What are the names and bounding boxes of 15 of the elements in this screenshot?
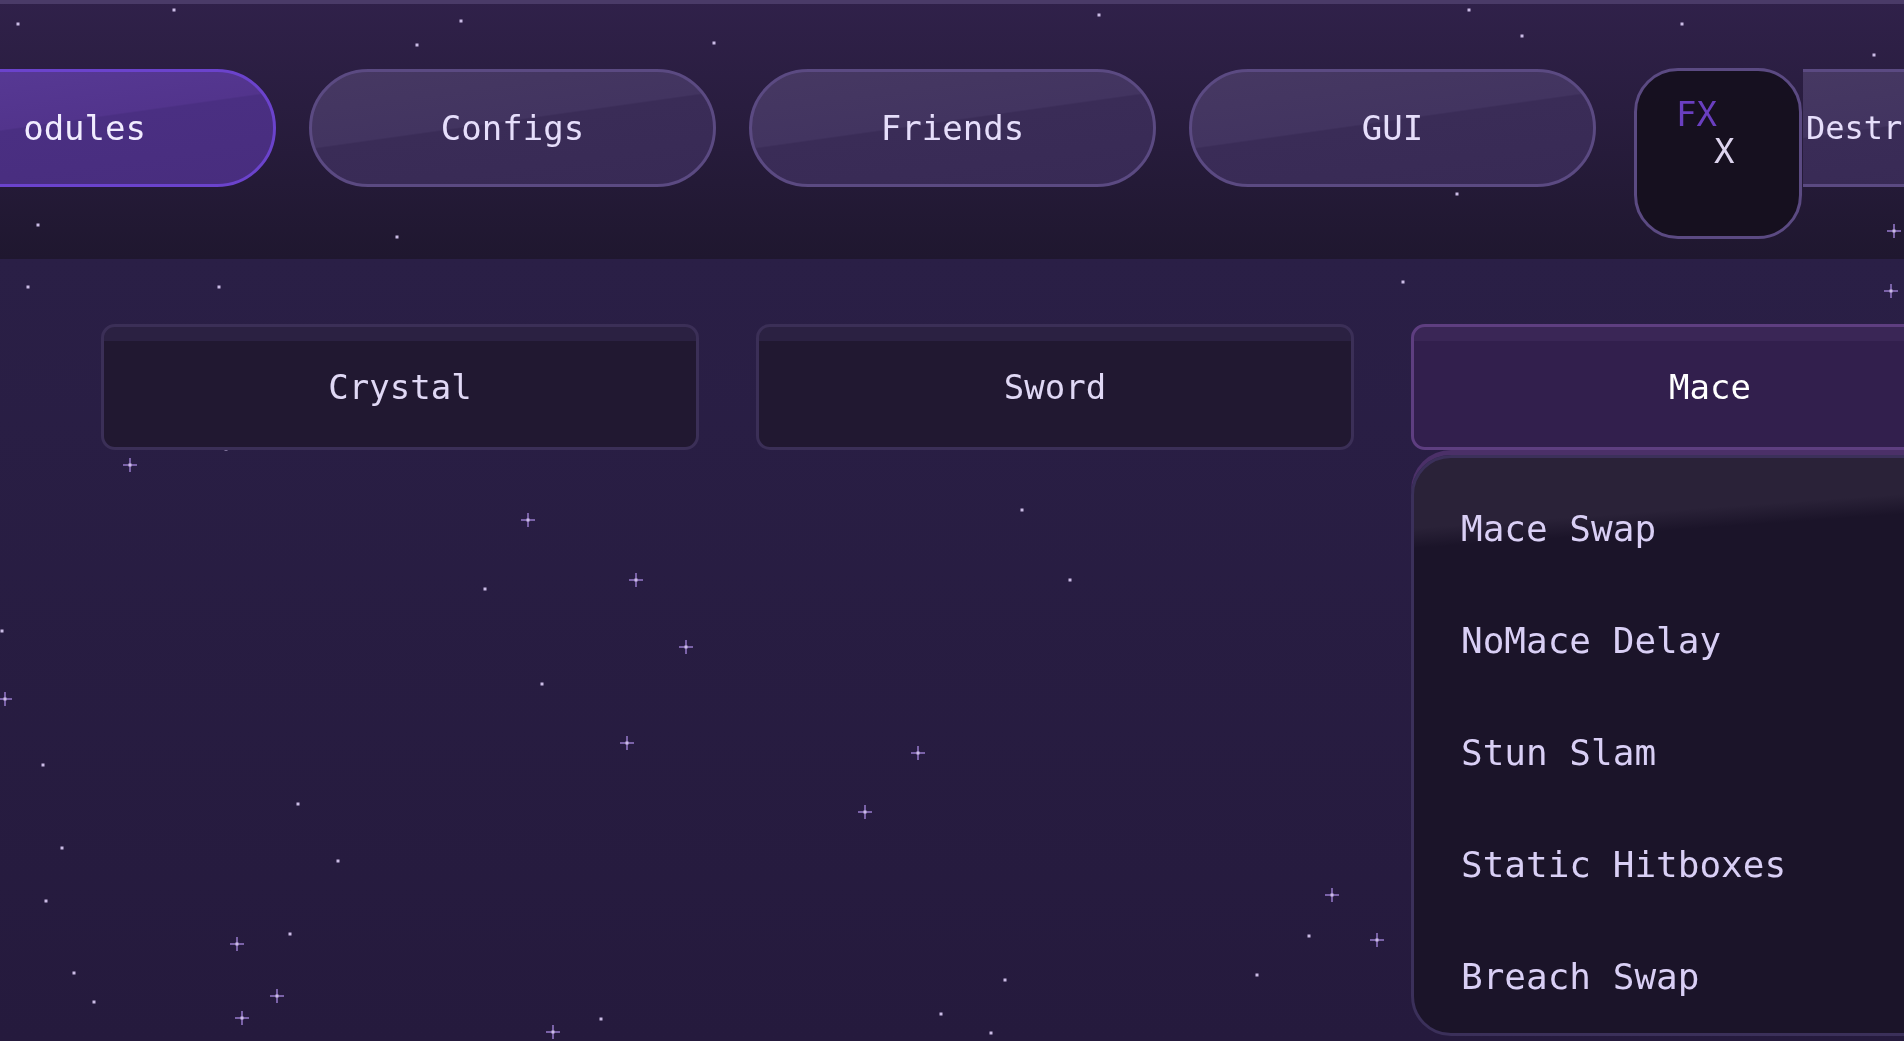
module-item[interactable]: Breach Swap	[1461, 957, 1700, 997]
module-item[interactable]: NoMace Delay	[1461, 621, 1722, 661]
tab[interactable]: odules	[0, 69, 276, 187]
module-item[interactable]: Mace Swap	[1461, 509, 1657, 549]
category-button[interactable]: Mace	[1411, 324, 1904, 450]
category-button[interactable]: Sword	[756, 324, 1354, 450]
tab[interactable]: GUI	[1189, 69, 1596, 187]
module-item[interactable]: Static Hitboxes	[1461, 845, 1787, 885]
tab[interactable]: Friends	[749, 69, 1156, 187]
category-button[interactable]: Crystal	[101, 324, 699, 450]
close-button[interactable]: X	[1714, 134, 1735, 168]
tab[interactable]: Configs	[309, 69, 716, 187]
widget-label: FX	[1676, 97, 1717, 131]
tab[interactable]: Destr	[1803, 69, 1904, 187]
module-item[interactable]: Stun Slam	[1461, 733, 1657, 773]
